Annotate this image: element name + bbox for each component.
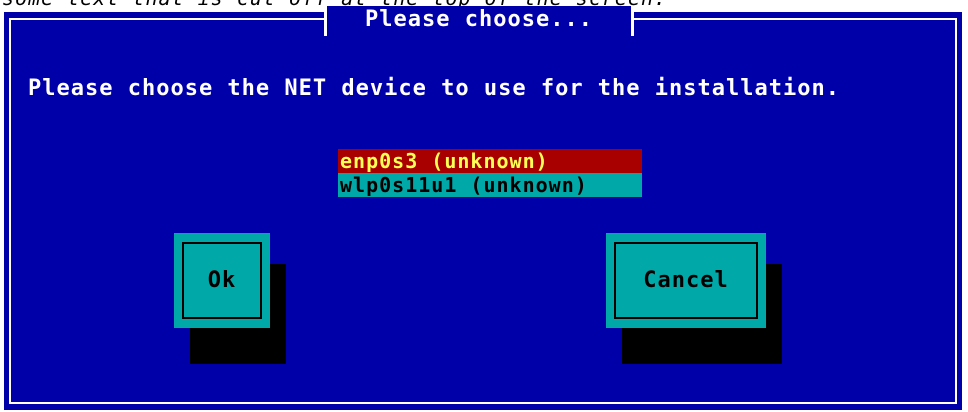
screen: some text that is cut off at the top of … <box>0 0 968 412</box>
list-item-wlp0s11u1[interactable]: wlp0s11u1 (unknown) <box>338 173 642 197</box>
cancel-button-label: Cancel <box>614 242 758 319</box>
device-list[interactable]: enp0s3 (unknown) wlp0s11u1 (unknown) <box>338 149 642 197</box>
dialog-title: Please choose... <box>324 6 634 36</box>
choose-dialog: Please choose... Please choose the NET d… <box>4 6 962 410</box>
dialog-message: Please choose the NET device to use for … <box>28 76 840 101</box>
cancel-button-wrap: Cancel <box>606 233 782 364</box>
ok-button-wrap: Ok <box>174 233 286 364</box>
ok-button[interactable]: Ok <box>174 233 270 328</box>
cancel-button[interactable]: Cancel <box>606 233 766 328</box>
ok-button-label: Ok <box>182 242 262 319</box>
list-item-enp0s3[interactable]: enp0s3 (unknown) <box>338 149 642 173</box>
